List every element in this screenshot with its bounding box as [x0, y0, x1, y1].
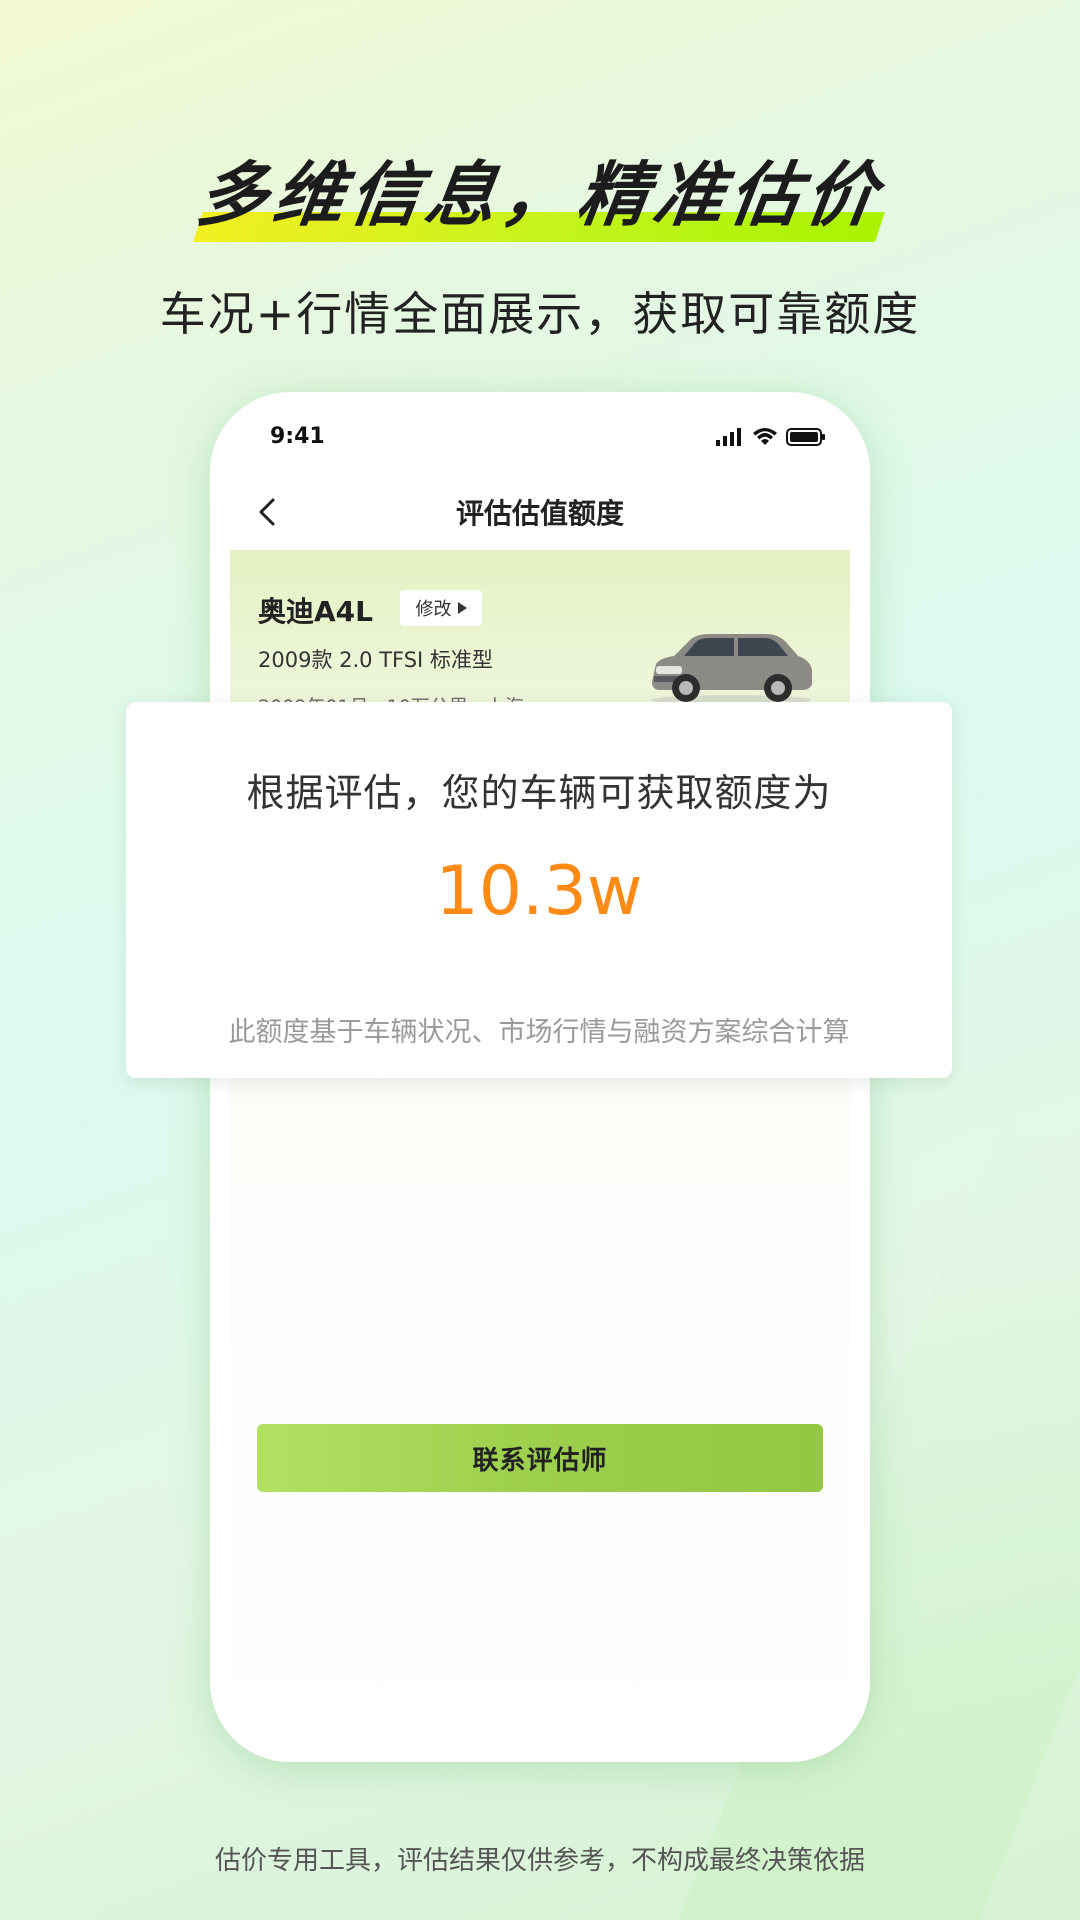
suv-car-image [651, 634, 812, 705]
edit-vehicle-label: 修改 [415, 599, 452, 620]
wifi-icon [753, 428, 777, 445]
result-amount: 10.3w [435, 852, 643, 931]
result-heading: 根据评估，您的车辆可获取额度为 [246, 771, 832, 815]
footer-disclaimer: 估价专用工具，评估结果仅供参考，不构成最终决策依据 [214, 1846, 865, 1876]
headline-section: 多维信息，精准估价 [0, 150, 1080, 242]
edit-vehicle-button[interactable]: 修改 [400, 590, 482, 626]
page-headline: 多维信息，精准估价 [192, 154, 888, 236]
nav-title: 评估估值额度 [455, 497, 624, 530]
status-time: 9:41 [270, 424, 325, 449]
play-arrow-icon [457, 602, 467, 614]
nav-bar: 评估估值额度 [210, 482, 870, 542]
page-subhead: 车况+行情全面展示，获取可靠额度 [159, 287, 921, 341]
status-icons [716, 428, 826, 446]
vehicle-spec: 2009款 2.0 TFSI 标准型 [258, 648, 493, 672]
status-bar: 9:41 [210, 422, 870, 462]
signal-icon [716, 428, 741, 446]
contact-appraiser-button[interactable]: 联系评估师 [257, 1424, 823, 1492]
vehicle-name: 奥迪A4L [258, 595, 373, 628]
valuation-result-card: 根据评估，您的车辆可获取额度为 10.3w 此额度基于车辆状况、市场行情与融资方… [126, 702, 952, 1078]
battery-icon [786, 428, 825, 446]
result-note: 此额度基于车辆状况、市场行情与融资方案综合计算 [228, 1017, 850, 1048]
